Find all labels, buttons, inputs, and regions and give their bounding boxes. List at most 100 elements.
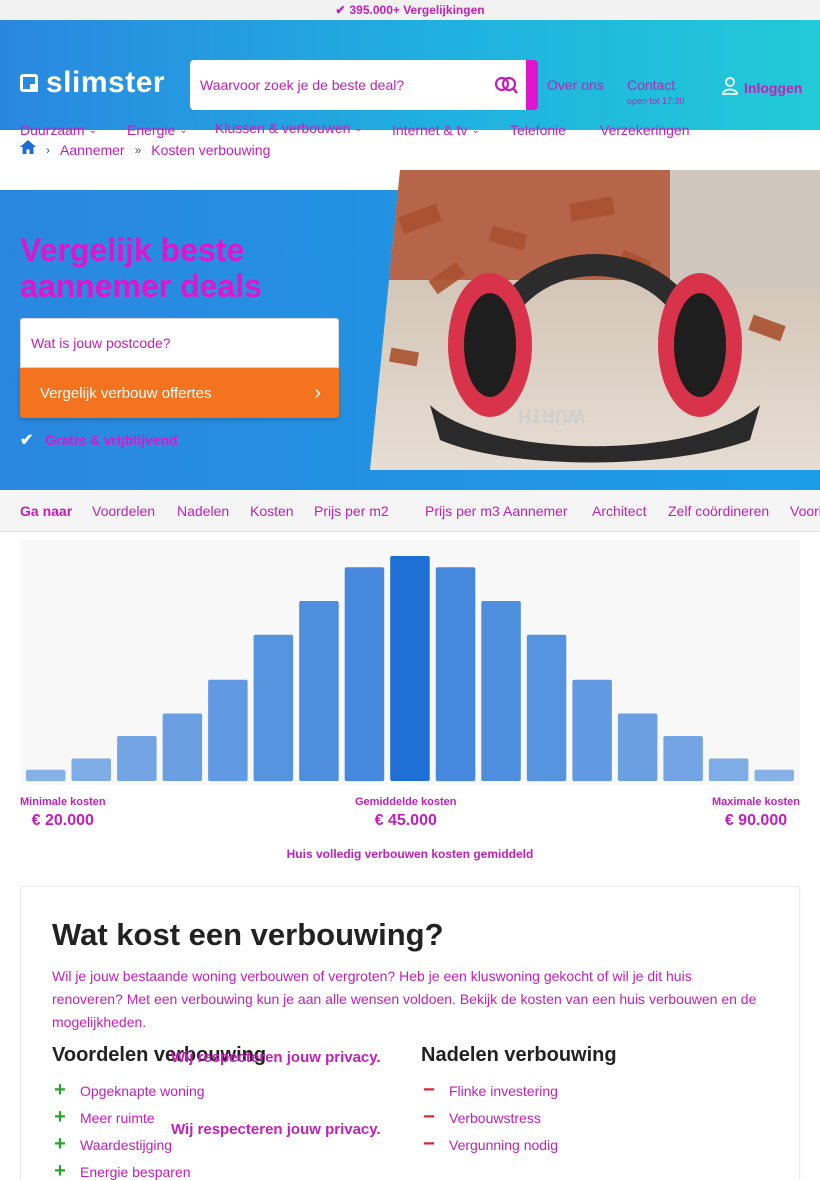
minus-icon: − (423, 1106, 435, 1128)
min-cost: Minimale kosten € 20.000 (20, 796, 106, 830)
con-text: Flinke investering (449, 1082, 558, 1099)
chevron-right-icon: › (46, 142, 50, 157)
slimster-logo[interactable]: slimster (20, 68, 165, 98)
max-cost-value: € 90.000 (724, 812, 788, 829)
search-input[interactable] (190, 60, 486, 110)
login-link[interactable]: Inloggen (722, 77, 802, 98)
plus-icon: + (54, 1079, 66, 1101)
chart-bar (390, 556, 430, 781)
chart-stats: Minimale kosten € 20.000 Gemiddelde kost… (20, 796, 800, 836)
contact-link[interactable]: Contact open tot 17:30 (627, 77, 685, 106)
logo-mark-icon (20, 74, 38, 92)
logo-text: slimster (46, 66, 166, 99)
contact-label: Contact (627, 77, 676, 93)
article-intro: Wil je jouw bestaande woning verbouwen o… (52, 968, 757, 1030)
nav-item-verzekeringen[interactable]: Verzekeringen (600, 122, 690, 138)
hero-photo-ear-protection: WÜRTH (370, 170, 820, 470)
pro-text: Energie besparen (80, 1163, 191, 1180)
min-cost-value: € 20.000 (31, 812, 94, 829)
chart-bar (481, 601, 521, 781)
jump-link-voordelen[interactable]: Voordelen (92, 503, 155, 519)
chart-bar (162, 713, 203, 781)
chart-bar (344, 567, 385, 782)
nav-item-energie[interactable]: Energie ⌄ (127, 122, 188, 138)
jump-link-architect[interactable]: Architect (592, 503, 646, 519)
list-item: − Flinke investering (421, 1077, 558, 1104)
chart-caption: Huis volledig verbouwen kosten gemiddeld (286, 847, 534, 861)
nav-item-telefonie[interactable]: Telefonie (510, 122, 566, 138)
nav-label: Internet & tv (392, 122, 468, 138)
search-box (190, 60, 538, 110)
chart-bar (253, 634, 294, 782)
plus-icon: + (54, 1106, 66, 1128)
chart-bar (208, 679, 248, 782)
chart-bar (572, 679, 612, 782)
article-title: Wat kost een verbouwing? (52, 917, 444, 952)
nav-label: Energie (127, 122, 176, 138)
list-item: + Opgeknapte woning (52, 1077, 205, 1104)
comparisons-count: 395.000+ Vergelijkingen (349, 3, 485, 17)
user-icon (722, 77, 738, 98)
jump-link-aannemer[interactable]: Aannemer (503, 503, 568, 519)
nav-label: Telefonie (510, 122, 567, 138)
max-cost: Maximale kosten € 90.000 (712, 796, 800, 830)
compare-offers-button[interactable]: Vergelijk verbouw offertes › (20, 368, 339, 418)
chart-bar (526, 634, 567, 782)
list-item: + Waardestijging (52, 1131, 205, 1158)
chevron-down-icon: ⌄ (471, 124, 480, 136)
login-label: Inloggen (744, 79, 803, 96)
jump-link-prijs-m3[interactable]: Prijs per m3 (425, 503, 500, 519)
jump-to-label: Ga naar (20, 503, 73, 519)
breadcrumb: › Aannemer » Kosten verbouwing (20, 140, 270, 159)
top-announcement-bar: ✔ 395.000+ Vergelijkingen (0, 0, 820, 20)
jump-link-nadelen[interactable]: Nadelen (177, 503, 229, 519)
over-ons-link[interactable]: Over ons (547, 77, 604, 93)
breadcrumb-current: Kosten verbouwing (151, 141, 271, 158)
jump-link-kosten[interactable]: Kosten (250, 503, 294, 519)
chart-bar (617, 713, 658, 781)
nav-item-internet-tv[interactable]: Internet & tv ⌄ (392, 122, 480, 138)
jump-link-prijs-m2[interactable]: Prijs per m2 (314, 503, 389, 519)
home-icon[interactable] (20, 140, 36, 159)
chevron-down-icon: ⌄ (179, 124, 188, 136)
svg-text:WÜRTH: WÜRTH (518, 406, 585, 426)
chevron-right-icon: » (134, 142, 142, 157)
free-notice: ✔ Gratis & vrijblijvend (20, 430, 178, 450)
max-cost-label: Maximale kosten (711, 796, 800, 808)
cons-list: − Flinke investering − Verbouwstress − Verg… (421, 1077, 558, 1158)
minus-icon: − (423, 1133, 435, 1155)
cost-chart-svg (20, 540, 800, 785)
con-text: Verbouwstress (449, 1109, 541, 1126)
list-item: + Energie besparen (52, 1158, 205, 1180)
nav-label: Verzekeringen (600, 122, 690, 138)
cons-title: Nadelen verbouwing (421, 1044, 617, 1066)
minus-icon: − (423, 1079, 435, 1101)
pro-text: Opgeknapte woning (80, 1082, 205, 1099)
privacy-notice: Wij respecteren jouw privacy. (171, 1049, 381, 1066)
chevron-down-icon: ⌄ (88, 124, 97, 136)
nav-item-duurzaam[interactable]: Duurzaam ⌄ (20, 122, 97, 138)
jump-to-nav: Ga naar Voordelen Nadelen Kosten Prijs p… (0, 490, 820, 532)
search-icon[interactable] (486, 60, 526, 110)
nav-item-klussen-verbouwen[interactable]: Klussen & verbouwen ⌄ (215, 120, 363, 140)
jump-link-voorbeeld[interactable]: Voorbeeld (790, 503, 820, 519)
pros-list: + Opgeknapte woning + Meer ruimte + Waardes… (52, 1077, 205, 1180)
jump-link-zelf-coordineren[interactable]: Zelf coördineren (668, 503, 769, 519)
avg-cost: Gemiddelde kosten € 45.000 (355, 796, 456, 830)
postcode-input[interactable] (31, 335, 338, 351)
contact-hours: open tot 17:30 (627, 96, 685, 106)
postcode-field (20, 318, 339, 368)
chevron-right-icon: › (314, 381, 321, 404)
con-text: Vergunning nodig (449, 1136, 558, 1153)
breadcrumb-aannemer[interactable]: Aannemer (60, 142, 125, 158)
chart-bar (26, 769, 66, 782)
list-item: − Vergunning nodig (421, 1131, 558, 1158)
site-header: slimster Over ons Contact open tot 17:30… (0, 20, 820, 140)
chart-bar (708, 758, 749, 781)
plus-icon: + (54, 1133, 66, 1155)
chart-bar (435, 567, 476, 782)
chart-bar (117, 736, 157, 781)
chevron-down-icon: ⌄ (354, 122, 363, 134)
pro-text: Waardestijging (80, 1136, 173, 1153)
avg-cost-value: € 45.000 (374, 812, 437, 829)
